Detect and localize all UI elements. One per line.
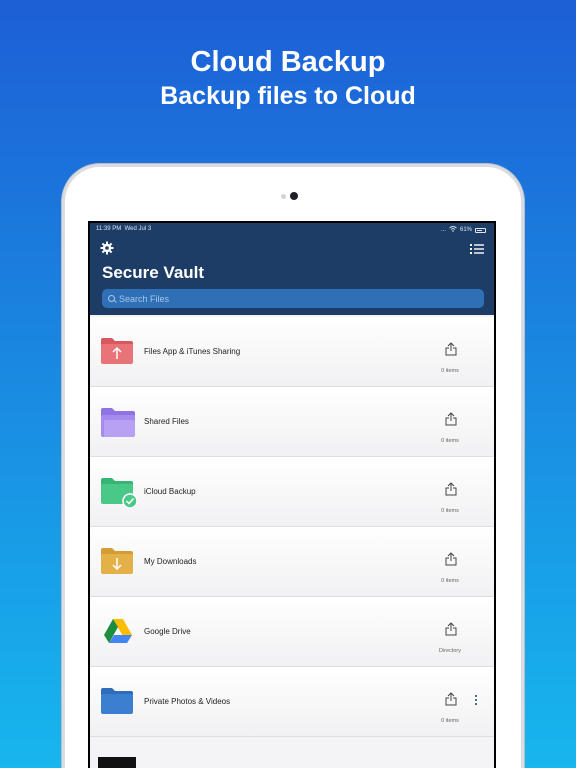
page-title: Secure Vault bbox=[102, 263, 205, 282]
battery-icon bbox=[475, 227, 486, 233]
folder-name: Shared Files bbox=[144, 417, 189, 426]
folder-list: Files App & iTunes Sharing 0 items Share… bbox=[90, 317, 494, 737]
navigation-bar: 11:39 PM Wed Jul 3 ... 61% Secure Vault … bbox=[90, 223, 494, 315]
list-item[interactable]: Google Drive Directory bbox=[90, 597, 494, 667]
item-count: 0 items bbox=[441, 718, 459, 724]
headline-subtitle: Backup files to Cloud bbox=[160, 82, 416, 110]
list-item[interactable]: Files App & iTunes Sharing 0 items bbox=[90, 317, 494, 387]
item-count: 0 items bbox=[441, 368, 459, 374]
folder-stack-icon bbox=[100, 407, 135, 437]
search-input[interactable]: Search Files bbox=[102, 289, 484, 308]
app-screen: 11:39 PM Wed Jul 3 ... 61% Secure Vault … bbox=[90, 223, 494, 768]
folder-check-icon bbox=[100, 477, 138, 509]
headline: Cloud Backup Backup files to Cloud bbox=[0, 44, 576, 112]
folder-name: Google Drive bbox=[144, 627, 191, 636]
battery-percent: 61% bbox=[459, 227, 472, 233]
share-icon[interactable] bbox=[445, 412, 457, 426]
camera-dot bbox=[290, 192, 298, 200]
status-bar: 11:39 PM Wed Jul 3 ... 61% bbox=[94, 226, 490, 236]
list-item[interactable]: Private Photos & Videos 0 items bbox=[90, 667, 494, 737]
folder-icon bbox=[100, 687, 134, 715]
more-options-icon[interactable] bbox=[474, 695, 478, 707]
share-icon[interactable] bbox=[445, 342, 457, 356]
status-right: ... 61% bbox=[441, 226, 486, 234]
partial-row-thumbnail bbox=[98, 757, 136, 768]
signal-icon: ... bbox=[440, 227, 446, 233]
share-icon[interactable] bbox=[445, 622, 457, 636]
list-icon[interactable] bbox=[470, 242, 484, 254]
list-item[interactable]: My Downloads 0 items bbox=[90, 527, 494, 597]
wifi-icon bbox=[449, 226, 457, 234]
item-count: 0 items bbox=[441, 438, 459, 444]
list-item[interactable]: Shared Files 0 items bbox=[90, 387, 494, 457]
google-drive-icon bbox=[103, 617, 137, 645]
folder-name: Files App & iTunes Sharing bbox=[144, 347, 241, 356]
list-item[interactable]: iCloud Backup 0 items bbox=[90, 457, 494, 527]
share-icon[interactable] bbox=[445, 552, 457, 566]
sensor-dot bbox=[281, 194, 286, 199]
item-count: 0 items bbox=[441, 578, 459, 584]
headline-title: Cloud Backup bbox=[190, 46, 386, 78]
search-icon bbox=[108, 295, 115, 302]
device-screen: 11:39 PM Wed Jul 3 ... 61% Secure Vault … bbox=[88, 221, 496, 768]
folder-download-icon bbox=[100, 547, 134, 575]
share-icon[interactable] bbox=[445, 692, 457, 706]
item-count: 0 items bbox=[441, 508, 459, 514]
folder-upload-icon bbox=[100, 337, 134, 365]
share-icon[interactable] bbox=[445, 482, 457, 496]
folder-name: My Downloads bbox=[144, 557, 197, 566]
folder-name: iCloud Backup bbox=[144, 487, 196, 496]
search-placeholder: Search Files bbox=[119, 293, 170, 304]
status-time: 11:39 PM Wed Jul 3 bbox=[96, 226, 152, 232]
gear-icon[interactable] bbox=[100, 241, 114, 255]
item-count: Directory bbox=[438, 648, 461, 654]
folder-name: Private Photos & Videos bbox=[144, 697, 231, 706]
